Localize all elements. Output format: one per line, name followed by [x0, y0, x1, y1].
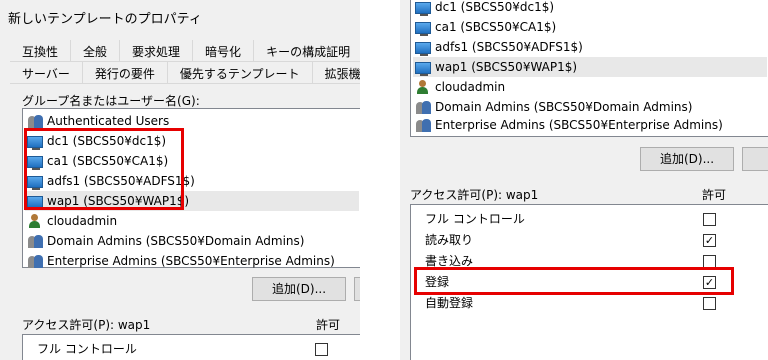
computer-icon: [415, 41, 431, 56]
permission-name: フル コントロール: [425, 212, 525, 226]
allow-column-header: 許可: [316, 318, 341, 332]
group-user-list[interactable]: Authenticated Users dc1 (SBCS50¥dc1$) ca…: [22, 108, 360, 268]
list-item-label: Enterprise Admins (SBCS50¥Enterprise Adm…: [47, 254, 335, 268]
list-item-label: adfs1 (SBCS50¥ADFS1$): [47, 174, 195, 188]
group-user-list[interactable]: dc1 (SBCS50¥dc1$) ca1 (SBCS50¥CA1$) adfs…: [410, 0, 768, 137]
allow-checkbox[interactable]: [703, 297, 716, 310]
computer-icon: [415, 61, 431, 76]
permission-list: フル コントロール 読み取り ✓ 書き込み 登録 ✓ 自動登録: [410, 204, 768, 360]
list-item-label: ca1 (SBCS50¥CA1$): [435, 20, 557, 34]
list-item-label: Domain Admins (SBCS50¥Domain Admins): [47, 234, 305, 248]
computer-icon: [27, 135, 43, 150]
list-item[interactable]: Authenticated Users: [27, 111, 169, 131]
allow-column-header: 許可: [702, 188, 727, 202]
list-item[interactable]: ca1 (SBCS50¥CA1$): [415, 17, 556, 37]
list-item-label: cloudadmin: [435, 80, 506, 94]
list-item-label: Enterprise Admins (SBCS50¥Enterprise Adm…: [435, 118, 723, 132]
list-item-label: ca1 (SBCS50¥CA1$): [47, 154, 169, 168]
remove-button[interactable]: [742, 147, 768, 171]
permission-list: フル コントロール: [22, 334, 360, 360]
list-item[interactable]: adfs1 (SBCS50¥ADFS1$): [415, 37, 583, 57]
user-icon: [415, 79, 431, 95]
tab-server[interactable]: サーバー: [10, 62, 83, 84]
list-item[interactable]: Enterprise Admins (SBCS50¥Enterprise Adm…: [415, 115, 723, 135]
properties-dialog-left: 新しいテンプレートのプロパティ 互換性 全般 要求処理 暗号化 キーの構成証明 …: [0, 0, 360, 360]
user-icon: [27, 213, 43, 229]
computer-icon: [27, 175, 43, 190]
tab-superseded-templates[interactable]: 優先するテンプレート: [168, 62, 313, 84]
group-user-label: グループ名またはユーザー名(G):: [22, 94, 200, 108]
list-item-label: dc1 (SBCS50¥dc1$): [435, 0, 555, 14]
properties-dialog-right: dc1 (SBCS50¥dc1$) ca1 (SBCS50¥CA1$) adfs…: [400, 0, 768, 360]
group-icon: [27, 233, 43, 249]
add-button[interactable]: 追加(D)...: [252, 277, 346, 301]
list-item[interactable]: ca1 (SBCS50¥CA1$): [27, 151, 168, 171]
list-item[interactable]: cloudadmin: [415, 77, 505, 97]
list-item[interactable]: dc1 (SBCS50¥dc1$): [415, 0, 554, 17]
tab-row-1: 互換性 全般 要求処理 暗号化 キーの構成証明: [10, 40, 360, 62]
list-item[interactable]: Domain Admins (SBCS50¥Domain Admins): [27, 231, 304, 251]
tab-request-handling[interactable]: 要求処理: [120, 40, 194, 62]
computer-icon: [27, 195, 43, 210]
tab-compatibility[interactable]: 互換性: [10, 40, 72, 62]
list-item[interactable]: adfs1 (SBCS50¥ADFS1$): [27, 171, 195, 191]
group-icon: [27, 253, 43, 269]
tab-row-2: サーバー 発行の要件 優先するテンプレート 拡張機能: [10, 62, 360, 84]
permission-label: アクセス許可(P): wap1: [22, 318, 151, 332]
tab-issuance-requirements[interactable]: 発行の要件: [83, 62, 168, 84]
list-item-label: Domain Admins (SBCS50¥Domain Admins): [435, 100, 693, 114]
list-item[interactable]: Domain Admins (SBCS50¥Domain Admins): [415, 97, 692, 117]
permission-name: フル コントロール: [37, 342, 137, 356]
list-item-label: wap1 (SBCS50¥WAP1$): [435, 60, 578, 74]
permission-name: 自動登録: [425, 296, 474, 310]
allow-checkbox[interactable]: [703, 255, 716, 268]
group-icon: [415, 99, 431, 115]
list-item[interactable]: Enterprise Admins (SBCS50¥Enterprise Adm…: [27, 251, 335, 271]
tab-general[interactable]: 全般: [71, 40, 121, 62]
list-item-label: wap1 (SBCS50¥WAP1$): [47, 194, 190, 208]
group-icon: [27, 113, 43, 129]
permission-name: 書き込み: [425, 254, 474, 268]
allow-checkbox-checked[interactable]: ✓: [703, 276, 716, 289]
tab-divider: [10, 83, 360, 84]
list-item[interactable]: dc1 (SBCS50¥dc1$): [27, 131, 166, 151]
divider-gap: [360, 0, 400, 360]
computer-icon: [415, 1, 431, 16]
dialog-title: 新しいテンプレートのプロパティ: [8, 12, 202, 27]
group-icon: [415, 117, 431, 133]
permission-name: 読み取り: [425, 233, 474, 247]
computer-icon: [415, 21, 431, 36]
computer-icon: [27, 155, 43, 170]
list-item-selected[interactable]: wap1 (SBCS50¥WAP1$): [413, 57, 767, 77]
tab-key-attestation[interactable]: キーの構成証明: [254, 40, 360, 62]
list-item-label: cloudadmin: [47, 214, 118, 228]
list-item-selected[interactable]: wap1 (SBCS50¥WAP1$): [25, 191, 359, 211]
list-item-label: Authenticated Users: [47, 114, 170, 128]
allow-checkbox-checked[interactable]: ✓: [703, 234, 716, 247]
list-item-label: adfs1 (SBCS50¥ADFS1$): [435, 40, 583, 54]
list-item[interactable]: cloudadmin: [27, 211, 117, 231]
permission-label: アクセス許可(P): wap1: [410, 188, 539, 202]
allow-checkbox[interactable]: [315, 343, 328, 356]
add-button[interactable]: 追加(D)...: [640, 147, 734, 171]
list-item-label: dc1 (SBCS50¥dc1$): [47, 134, 167, 148]
permission-name: 登録: [425, 275, 450, 289]
allow-checkbox[interactable]: [703, 213, 716, 226]
tab-extensions[interactable]: 拡張機能: [313, 62, 360, 84]
tab-cryptography[interactable]: 暗号化: [193, 40, 255, 62]
